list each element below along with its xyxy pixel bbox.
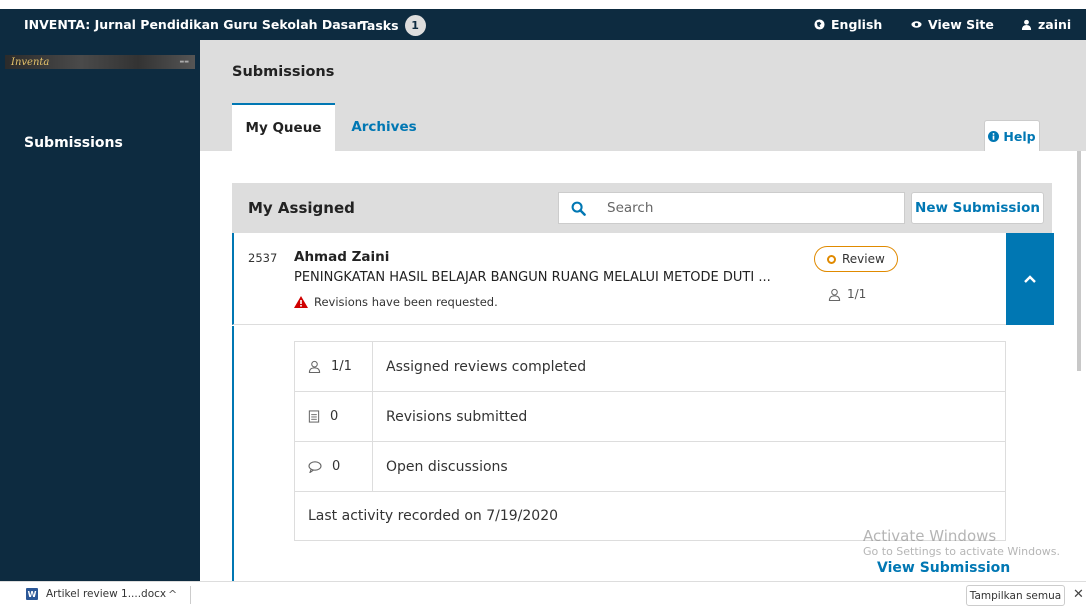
- language-menu[interactable]: English: [814, 17, 882, 32]
- activation-watermark-title: Activate Windows: [863, 527, 997, 545]
- chevron-up-icon[interactable]: ^: [168, 588, 177, 601]
- close-icon[interactable]: ✕: [1073, 587, 1084, 602]
- warning-icon: [294, 296, 308, 308]
- activation-watermark-text: Go to Settings to activate Windows.: [863, 545, 1061, 558]
- stat-value-cell: 1/1: [295, 342, 373, 391]
- sidebar: Inventa ▬▬ Submissions: [0, 40, 200, 581]
- word-document-icon: W: [26, 588, 38, 600]
- stat-row: 0 Open discussions: [295, 442, 1005, 492]
- stat-label: Assigned reviews completed: [386, 358, 587, 375]
- stage-badge: Review: [814, 246, 898, 272]
- revision-notice-text: Revisions have been requested.: [314, 295, 498, 309]
- globe-icon: [814, 19, 825, 30]
- journal-logo[interactable]: Inventa ▬▬: [5, 55, 195, 69]
- submission-title: PENINGKATAN HASIL BELAJAR BANGUN RUANG M…: [294, 270, 771, 285]
- sidebar-item-submissions[interactable]: Submissions: [24, 135, 123, 151]
- review-count-value: 1/1: [847, 287, 867, 301]
- submission-author: Ahmad Zaini: [294, 249, 390, 265]
- user-icon: [828, 288, 841, 301]
- stat-row: 1/1 Assigned reviews completed: [295, 342, 1005, 392]
- stat-value-cell: 0: [295, 442, 373, 491]
- list-header: My Assigned New Submission: [232, 183, 1052, 233]
- search-input[interactable]: [597, 192, 905, 224]
- show-all-downloads-button[interactable]: Tampilkan semua: [966, 585, 1065, 606]
- download-item[interactable]: W Artikel review 1....docx: [26, 588, 166, 600]
- logo-decoration: ▬▬: [179, 59, 189, 65]
- stage-label: Review: [842, 252, 885, 266]
- view-submission-link[interactable]: View Submission: [877, 560, 1010, 576]
- tasks-count-badge: 1: [404, 15, 426, 36]
- chevron-up-icon: [1024, 275, 1036, 283]
- stage-ring-icon: [827, 254, 836, 264]
- comment-icon: [308, 460, 322, 473]
- search-button[interactable]: [558, 192, 598, 224]
- logo-text: Inventa: [11, 56, 50, 68]
- document-icon: [308, 410, 320, 423]
- page-title: Submissions: [232, 64, 335, 80]
- tasks-label: Tasks: [360, 18, 399, 33]
- stat-label: Open discussions: [386, 458, 508, 475]
- help-label: Help: [1003, 128, 1036, 144]
- scrollbar[interactable]: [1072, 151, 1086, 581]
- stats-table: 1/1 Assigned reviews completed 0 Revisio…: [294, 341, 1006, 541]
- page-header: Submissions My Queue Archives Help: [200, 40, 1086, 151]
- user-icon: [308, 360, 321, 373]
- review-count: 1/1: [828, 287, 866, 301]
- user-name: zaini: [1038, 17, 1072, 32]
- language-label: English: [831, 17, 883, 32]
- collapse-button[interactable]: [1006, 233, 1054, 325]
- eye-icon: [911, 21, 922, 28]
- revision-notice: Revisions have been requested.: [294, 295, 498, 309]
- list-title: My Assigned: [248, 199, 355, 217]
- user-menu[interactable]: zaini: [1021, 17, 1071, 32]
- view-site-label: View Site: [928, 17, 994, 32]
- site-title-link[interactable]: INVENTA: Jurnal Pendidikan Guru Sekolah …: [24, 17, 363, 32]
- divider: [190, 586, 191, 604]
- download-file-name: Artikel review 1....docx: [46, 588, 167, 600]
- view-site-link[interactable]: View Site: [911, 17, 994, 32]
- stat-value: 1/1: [331, 359, 352, 374]
- help-button[interactable]: Help: [984, 120, 1040, 151]
- submission-id: 2537: [248, 251, 278, 265]
- search-icon: [571, 201, 586, 216]
- stat-value-cell: 0: [295, 392, 373, 441]
- top-strip: [0, 0, 1086, 9]
- tasks-button[interactable]: Tasks 1: [360, 15, 426, 36]
- stat-label: Revisions submitted: [386, 408, 528, 425]
- info-icon: [988, 130, 1000, 142]
- app-header: INVENTA: Jurnal Pendidikan Guru Sekolah …: [0, 9, 1086, 40]
- new-submission-button[interactable]: New Submission: [911, 192, 1044, 224]
- stat-value: 0: [330, 409, 339, 424]
- download-bar: W Artikel review 1....docx ^ Tampilkan s…: [0, 581, 1086, 607]
- tab-my-queue[interactable]: My Queue: [232, 103, 335, 151]
- stat-value: 0: [332, 459, 341, 474]
- tab-archives[interactable]: Archives: [342, 103, 426, 151]
- stat-row: 0 Revisions submitted: [295, 392, 1005, 442]
- scrollbar-thumb[interactable]: [1077, 151, 1081, 371]
- user-icon: [1021, 19, 1032, 30]
- submission-row[interactable]: 2537 Ahmad Zaini PENINGKATAN HASIL BELAJ…: [232, 233, 1054, 325]
